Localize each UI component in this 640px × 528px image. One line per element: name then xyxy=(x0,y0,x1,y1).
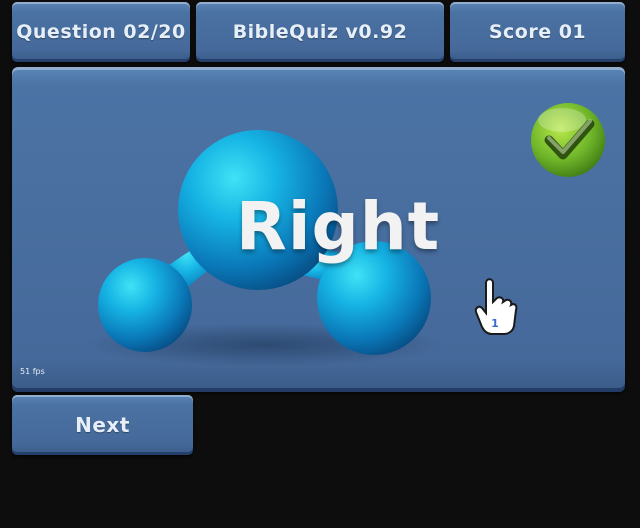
result-text: Right xyxy=(236,188,441,265)
player-number: 1 xyxy=(491,317,499,330)
check-icon xyxy=(531,103,605,177)
next-button[interactable]: Next xyxy=(12,395,193,455)
hand-pointer-icon: 1 xyxy=(474,278,518,335)
fps-counter: 51 fps xyxy=(20,367,45,376)
next-button-label: Next xyxy=(75,413,130,437)
